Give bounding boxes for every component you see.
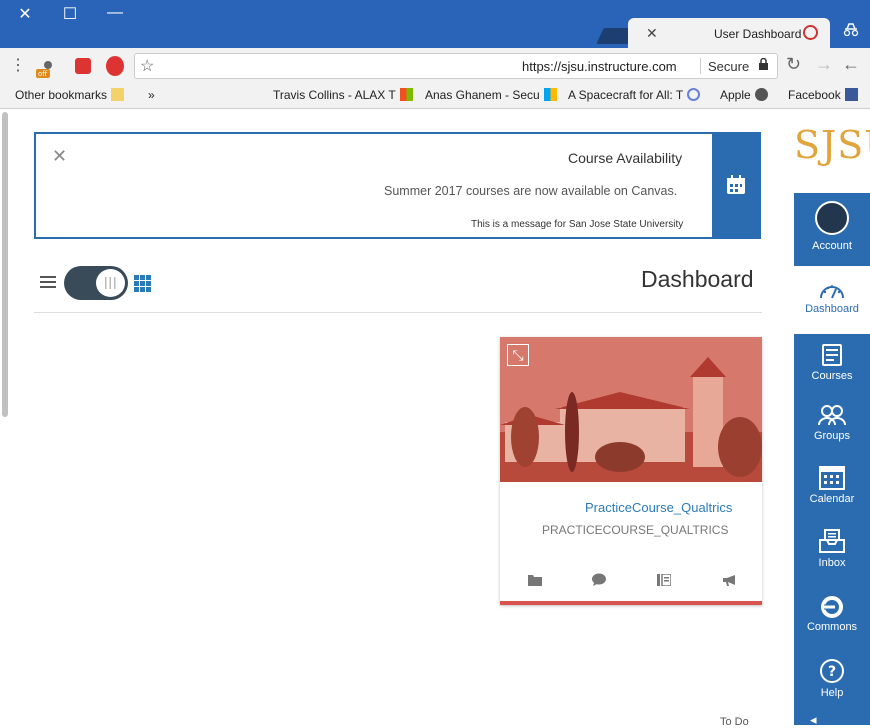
- nav-label: Commons: [806, 621, 858, 633]
- reload-icon[interactable]: ↻: [786, 54, 801, 75]
- nav-label: Calendar: [809, 493, 855, 505]
- address-bar[interactable]: [134, 53, 778, 79]
- extension-red-icon[interactable]: [75, 58, 91, 74]
- inbox-icon: [819, 529, 845, 553]
- help-icon: ?: [820, 659, 844, 683]
- files-icon[interactable]: [528, 573, 542, 591]
- window-minimize-button[interactable]: —: [100, 5, 130, 21]
- page-title: Dashboard: [641, 266, 754, 292]
- menu-kebab-icon[interactable]: ⋮: [10, 55, 26, 75]
- other-bookmarks[interactable]: Other bookmarks: [15, 88, 125, 102]
- other-bookmarks-label: Other bookmarks: [15, 88, 108, 102]
- url-text[interactable]: https://sjsu.instructure.com: [522, 59, 677, 74]
- tab-favicon-icon: [803, 25, 818, 40]
- nav-label: Help: [820, 687, 844, 699]
- nav-help[interactable]: ? Help: [794, 658, 870, 699]
- nav-label: Account: [812, 240, 852, 252]
- back-icon[interactable]: ←: [842, 54, 860, 75]
- nav-label: Dashboard: [805, 303, 859, 315]
- bookmark-facebook[interactable]: Facebook: [788, 88, 858, 102]
- omnibox-divider: [700, 58, 701, 74]
- bookmark-label: Facebook: [788, 88, 841, 102]
- dashboard-icon: [820, 285, 844, 299]
- announcement-close-icon[interactable]: ✕: [52, 146, 67, 167]
- sjsu-logo[interactable]: SJSU: [794, 123, 870, 167]
- adblock-icon[interactable]: [106, 56, 124, 76]
- calendar-icon: [727, 175, 745, 194]
- nav-courses[interactable]: Courses: [794, 343, 870, 382]
- card-view-icon[interactable]: [134, 275, 151, 297]
- lock-icon[interactable]: [758, 57, 769, 74]
- svg-text:off: off: [38, 70, 47, 78]
- extension-off-icon[interactable]: off: [36, 57, 56, 79]
- folder-icon: [111, 88, 125, 101]
- url-host: sjsu.instructure.com: [561, 59, 677, 74]
- nav-label: Courses: [811, 370, 853, 382]
- divider: [34, 312, 762, 313]
- tab-close-icon[interactable]: ✕: [646, 25, 658, 42]
- nav-label: Inbox: [818, 557, 846, 569]
- nav-dashboard[interactable]: Dashboard: [794, 280, 870, 315]
- incognito-icon: [842, 22, 860, 41]
- spacecraft-icon: [687, 88, 701, 101]
- bookmark-label: A Spacecraft for All: T: [568, 88, 684, 102]
- view-toggle-knob[interactable]: [96, 269, 125, 297]
- bookmark-label: Apple: [720, 88, 751, 102]
- nav-calendar[interactable]: Calendar: [794, 464, 870, 505]
- bookmark-anas-ghanem[interactable]: Anas Ghanem - Secu: [425, 88, 557, 102]
- assignments-icon[interactable]: [657, 573, 672, 591]
- nav-inbox[interactable]: Inbox: [794, 528, 870, 569]
- bookmark-label: Anas Ghanem - Secu: [425, 88, 540, 102]
- announcement-footer: This is a message for San Jose State Uni…: [471, 219, 684, 230]
- forward-icon[interactable]: →: [815, 54, 833, 75]
- nav-commons[interactable]: Commons: [794, 596, 870, 633]
- microsoft-icon: [543, 88, 557, 101]
- nav-account[interactable]: Account: [794, 201, 870, 252]
- discussions-icon[interactable]: [592, 573, 606, 591]
- bookmark-apple[interactable]: Apple: [720, 88, 768, 102]
- bookmark-star-icon[interactable]: ☆: [140, 56, 154, 76]
- page-scrollbar[interactable]: [2, 112, 8, 417]
- bookmark-travis-collins[interactable]: Travis Collins - ALAX T: [273, 88, 413, 102]
- url-scheme: https://: [522, 59, 562, 74]
- nav-label: Groups: [813, 430, 851, 442]
- bookmark-label: Travis Collins - ALAX T: [273, 88, 396, 102]
- announcement-sidebar: [712, 132, 761, 239]
- apple-icon: [754, 88, 768, 101]
- course-name-link[interactable]: PracticeCourse_Qualtrics: [585, 500, 732, 515]
- course-code: PRACTICECOURSE_QUALTRICS: [542, 523, 729, 537]
- course-color-bar: [500, 601, 762, 605]
- nav-groups[interactable]: Groups: [794, 403, 870, 442]
- tab-title: User Dashboard: [714, 27, 802, 41]
- window-maximize-button[interactable]: ☐: [55, 7, 85, 23]
- svg-text:?: ?: [828, 664, 836, 680]
- window-close-button[interactable]: ✕: [10, 7, 40, 23]
- expand-icon[interactable]: ⤡: [507, 344, 529, 366]
- calendar-icon: [819, 466, 845, 490]
- course-card-image[interactable]: [500, 337, 762, 482]
- facebook-icon: [844, 88, 858, 101]
- avatar: [815, 201, 849, 235]
- announcements-icon[interactable]: [722, 573, 736, 591]
- bookmarks-overflow[interactable]: »: [148, 88, 155, 102]
- bookmark-spacecraft[interactable]: A Spacecraft for All: T: [568, 88, 701, 102]
- todo-heading-partial: To Do: [720, 716, 749, 728]
- commons-icon: [821, 596, 843, 618]
- groups-icon: [818, 405, 846, 426]
- collapse-nav-icon[interactable]: ◂: [810, 712, 817, 728]
- announcement-title: Course Availability: [568, 150, 683, 166]
- announcement-body: Summer 2017 courses are now available on…: [384, 184, 678, 198]
- list-view-icon[interactable]: [40, 274, 56, 295]
- courses-icon: [822, 344, 842, 366]
- microsoft-icon: [399, 88, 413, 101]
- secure-label: Secure: [708, 59, 750, 74]
